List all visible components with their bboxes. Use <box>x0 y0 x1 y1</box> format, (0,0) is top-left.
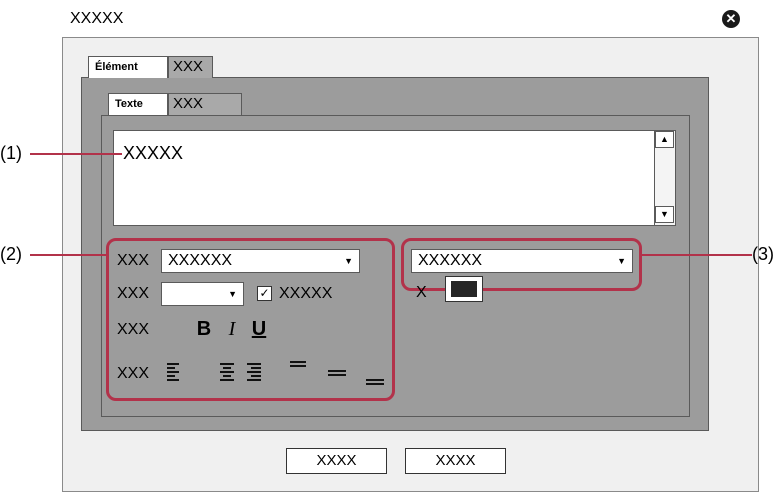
chevron-down-icon: ▼ <box>617 256 626 266</box>
scroll-up-icon[interactable]: ▲ <box>655 131 674 148</box>
valign-top-icon[interactable] <box>290 361 306 367</box>
ok-button[interactable]: XXXX <box>286 448 387 474</box>
align-left-icon[interactable] <box>167 363 179 381</box>
tab-xxx-main[interactable]: XXX <box>168 56 213 78</box>
title-bar <box>62 0 759 38</box>
text-input-area[interactable]: XXXXX <box>113 130 676 226</box>
bold-button[interactable]: B <box>193 318 215 340</box>
align-center-icon[interactable] <box>220 363 234 381</box>
color-picker-button[interactable] <box>445 276 483 302</box>
valign-middle-icon[interactable] <box>328 370 346 376</box>
option-checkbox[interactable]: ✓ <box>257 286 272 301</box>
font-value: XXXXXX <box>168 252 233 269</box>
text-scrollbar[interactable]: ▲ ▼ <box>654 131 675 225</box>
color-mode-value: XXXXXX <box>418 252 483 269</box>
valign-bottom-icon[interactable] <box>366 379 384 385</box>
scroll-down-icon[interactable]: ▼ <box>655 206 674 223</box>
align-right-icon[interactable] <box>247 363 261 381</box>
callout-2-label: (2) <box>0 244 22 264</box>
color-swatch <box>451 281 477 297</box>
color-label: X <box>416 284 427 301</box>
chevron-down-icon: ▼ <box>344 256 353 266</box>
callout-2-line <box>30 254 107 256</box>
underline-button[interactable]: U <box>248 318 270 340</box>
checkbox-label: XXXXX <box>279 285 333 302</box>
align-label: XXX <box>117 365 150 382</box>
font-dropdown[interactable]: XXXXXX ▼ <box>161 249 360 273</box>
style-label: XXX <box>117 321 150 338</box>
callout-3-line <box>642 254 752 256</box>
chevron-down-icon: ▼ <box>228 289 237 299</box>
close-icon[interactable]: ✕ <box>722 10 740 28</box>
font-label: XXX <box>117 252 150 269</box>
callout-3-label: (3) <box>752 244 774 264</box>
italic-button[interactable]: I <box>221 318 243 340</box>
color-mode-dropdown[interactable]: XXXXXX ▼ <box>411 249 633 273</box>
tab-texte[interactable]: Texte <box>108 93 168 115</box>
size-label: XXX <box>117 285 150 302</box>
callout-1-label: (1) <box>0 143 22 163</box>
dialog-title: XXXXX <box>70 10 124 27</box>
tab-xxx-sub[interactable]: XXX <box>168 93 242 115</box>
callout-1-line <box>30 153 122 155</box>
cancel-button[interactable]: XXXX <box>405 448 506 474</box>
tab-element[interactable]: Élément <box>88 56 168 78</box>
alignment-buttons <box>167 361 384 385</box>
size-dropdown[interactable]: ▼ <box>161 282 244 306</box>
